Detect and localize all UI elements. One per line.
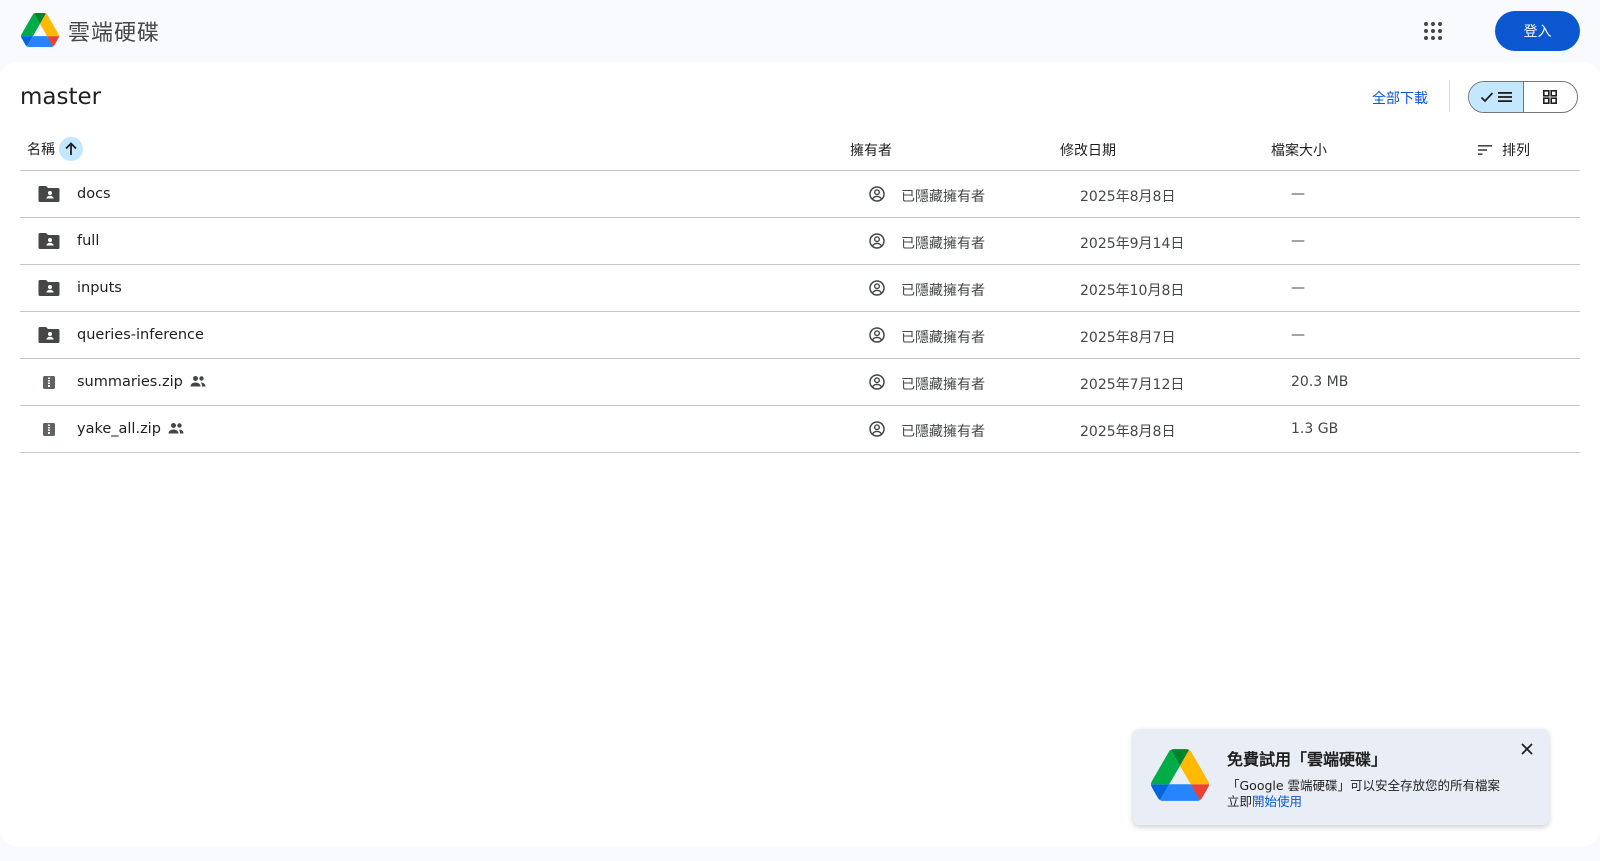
file-name: full <box>77 233 100 249</box>
file-owner: 已隱藏擁有者 <box>901 283 985 299</box>
sort-button[interactable]: 排列 <box>1478 140 1530 160</box>
file-name: yake_all.zip <box>77 421 161 437</box>
view-toggle <box>1468 81 1578 113</box>
hidden-owner-icon <box>868 420 886 438</box>
file-owner: 已隱藏擁有者 <box>901 236 985 252</box>
hidden-owner-icon <box>868 326 886 344</box>
shared-people-icon <box>190 375 206 391</box>
list-icon <box>1497 92 1512 102</box>
sort-ascending-icon[interactable] <box>59 137 83 161</box>
drive-logo-icon[interactable] <box>21 13 59 47</box>
file-name: queries-inference <box>77 327 204 343</box>
name-column-label: 名稱 <box>27 142 55 158</box>
name-column-header[interactable]: 名稱 <box>27 137 83 161</box>
file-modified-date: 2025年10月8日 <box>1080 283 1185 299</box>
list-view-button[interactable] <box>1469 82 1524 112</box>
file-name: inputs <box>77 280 122 296</box>
grid-view-button[interactable] <box>1524 82 1578 112</box>
table-row[interactable]: yake_all.zip 已隱藏擁有者 2025年8月8日 1.3 GB <box>20 406 1580 453</box>
shared-folder-icon <box>38 185 60 203</box>
sort-icon <box>1478 145 1492 155</box>
table-row[interactable]: queries-inference 已隱藏擁有者 2025年8月7日 — <box>20 312 1580 359</box>
sort-label: 排列 <box>1502 143 1530 159</box>
file-name: summaries.zip <box>77 374 183 390</box>
size-column-header: 檔案大小 <box>1271 143 1327 159</box>
shared-people-icon <box>168 422 184 438</box>
table-row[interactable]: docs 已隱藏擁有者 2025年8月8日 — <box>20 171 1580 218</box>
file-modified-date: 2025年8月7日 <box>1080 330 1176 346</box>
drive-logo-icon <box>1151 749 1209 801</box>
table-row[interactable]: inputs 已隱藏擁有者 2025年10月8日 — <box>20 265 1580 312</box>
file-size: — <box>1291 280 1305 296</box>
shared-folder-icon <box>38 279 60 297</box>
file-owner: 已隱藏擁有者 <box>901 330 985 346</box>
table-header: 名稱 擁有者 修改日期 檔案大小 排列 <box>20 132 1580 171</box>
file-size: — <box>1291 327 1305 343</box>
download-all-button[interactable]: 全部下載 <box>1372 88 1428 108</box>
file-modified-date: 2025年7月12日 <box>1080 377 1185 393</box>
main-content: master 全部下載 名稱 擁有者 修改日期 檔案大小 排列 docs 已隱藏擁 <box>0 62 1600 846</box>
file-owner: 已隱藏擁有者 <box>901 424 985 440</box>
shared-folder-icon <box>38 232 60 250</box>
file-size: 1.3 GB <box>1291 421 1339 437</box>
table-row[interactable]: full 已隱藏擁有者 2025年9月14日 — <box>20 218 1580 265</box>
hidden-owner-icon <box>868 373 886 391</box>
app-title: 雲端硬碟 <box>68 21 161 46</box>
hidden-owner-icon <box>868 185 886 203</box>
check-icon <box>1480 92 1493 103</box>
shared-folder-icon <box>38 326 60 344</box>
promo-title: 免費試用「雲端硬碟」 <box>1227 750 1388 769</box>
top-bar: 雲端硬碟 登入 <box>0 0 1600 62</box>
promo-cta: 立即開始使用 <box>1227 791 1302 810</box>
file-owner: 已隱藏擁有者 <box>901 189 985 205</box>
file-owner: 已隱藏擁有者 <box>901 377 985 393</box>
file-modified-date: 2025年8月8日 <box>1080 189 1176 205</box>
divider <box>1449 80 1450 112</box>
zip-file-icon <box>38 420 60 438</box>
file-name: docs <box>77 186 111 202</box>
close-icon[interactable] <box>1519 741 1535 757</box>
file-size: 20.3 MB <box>1291 374 1349 390</box>
get-started-link[interactable]: 開始使用 <box>1252 794 1302 809</box>
file-modified-date: 2025年8月8日 <box>1080 424 1176 440</box>
table-row[interactable]: summaries.zip 已隱藏擁有者 2025年7月12日 20.3 MB <box>20 359 1580 406</box>
promo-cta-prefix: 立即 <box>1227 794 1253 809</box>
grid-icon <box>1543 90 1558 104</box>
zip-file-icon <box>38 373 60 391</box>
modified-column-header: 修改日期 <box>1060 143 1116 159</box>
apps-grid-icon[interactable] <box>1418 16 1448 46</box>
file-size: — <box>1291 233 1305 249</box>
file-modified-date: 2025年9月14日 <box>1080 236 1185 252</box>
owner-column-header: 擁有者 <box>850 143 892 159</box>
sign-in-button[interactable]: 登入 <box>1495 11 1580 51</box>
file-size: — <box>1291 186 1305 202</box>
folder-title: master <box>20 84 102 110</box>
hidden-owner-icon <box>868 232 886 250</box>
hidden-owner-icon <box>868 279 886 297</box>
promo-popup: 免費試用「雲端硬碟」 「Google 雲端硬碟」可以安全存放您的所有檔案 立即開… <box>1133 729 1549 825</box>
